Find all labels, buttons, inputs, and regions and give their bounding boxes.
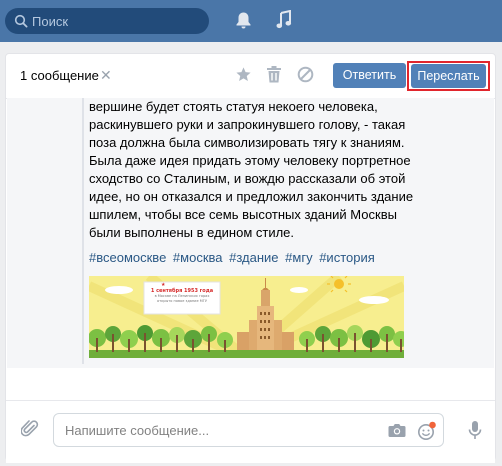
message-content: вершине будет стоять статуя некоего чело… <box>7 98 494 368</box>
hashtag-link[interactable]: #здание <box>229 250 278 265</box>
top-bar: Поиск <box>0 0 502 42</box>
forward-button-highlight: Переслать <box>407 61 490 91</box>
hashtag-link[interactable]: #история <box>319 250 375 265</box>
post-image[interactable]: ★ 1 сентября 1953 года в Москве на Ленин… <box>89 276 404 358</box>
message-input[interactable]: Напишите сообщение... <box>65 423 209 438</box>
message-composer: Напишите сообщение... <box>6 400 495 463</box>
post-paragraph: вершине будет стоять статуя некоего чело… <box>89 99 414 240</box>
search-box[interactable]: Поиск <box>5 8 209 34</box>
search-icon <box>14 14 28 28</box>
block-icon[interactable] <box>297 66 314 83</box>
selection-header: 1 сообщение ✕ Ответить Переслать <box>6 54 495 99</box>
hashtag-link[interactable]: #москва <box>173 250 223 265</box>
close-icon[interactable]: ✕ <box>100 68 112 82</box>
search-input[interactable]: Поиск <box>32 14 68 29</box>
forwarded-quote-bar <box>82 98 84 364</box>
hashtag-link[interactable]: #мгу <box>285 250 312 265</box>
message-panel: 1 сообщение ✕ Ответить Переслать вершине… <box>5 53 496 463</box>
forward-button[interactable]: Переслать <box>411 64 486 88</box>
image-caption: 1 сентября 1953 года в Москве на Ленинск… <box>150 288 214 304</box>
star-icon[interactable] <box>235 66 252 83</box>
message-input-box[interactable]: Напишите сообщение... <box>53 413 444 447</box>
emoji-icon[interactable] <box>417 421 437 441</box>
msu-illustration: ★ <box>89 276 404 358</box>
camera-icon[interactable] <box>388 423 406 438</box>
bell-icon[interactable] <box>235 11 252 30</box>
selected-count-label: 1 сообщение <box>20 68 99 83</box>
hashtag-link[interactable]: #всеомоскве <box>89 250 166 265</box>
music-icon[interactable] <box>276 10 292 30</box>
trash-icon[interactable] <box>266 66 282 83</box>
post-text: вершине будет стоять статуя некоего чело… <box>89 98 429 242</box>
image-caption-sub: в Москве на Ленинских горах открыто ново… <box>154 294 210 303</box>
microphone-icon[interactable] <box>468 420 482 440</box>
hashtag-list: #всеомоскве #москва #здание #мгу #истори… <box>89 250 378 265</box>
reply-button[interactable]: Ответить <box>333 63 406 88</box>
paperclip-icon[interactable] <box>21 419 39 439</box>
